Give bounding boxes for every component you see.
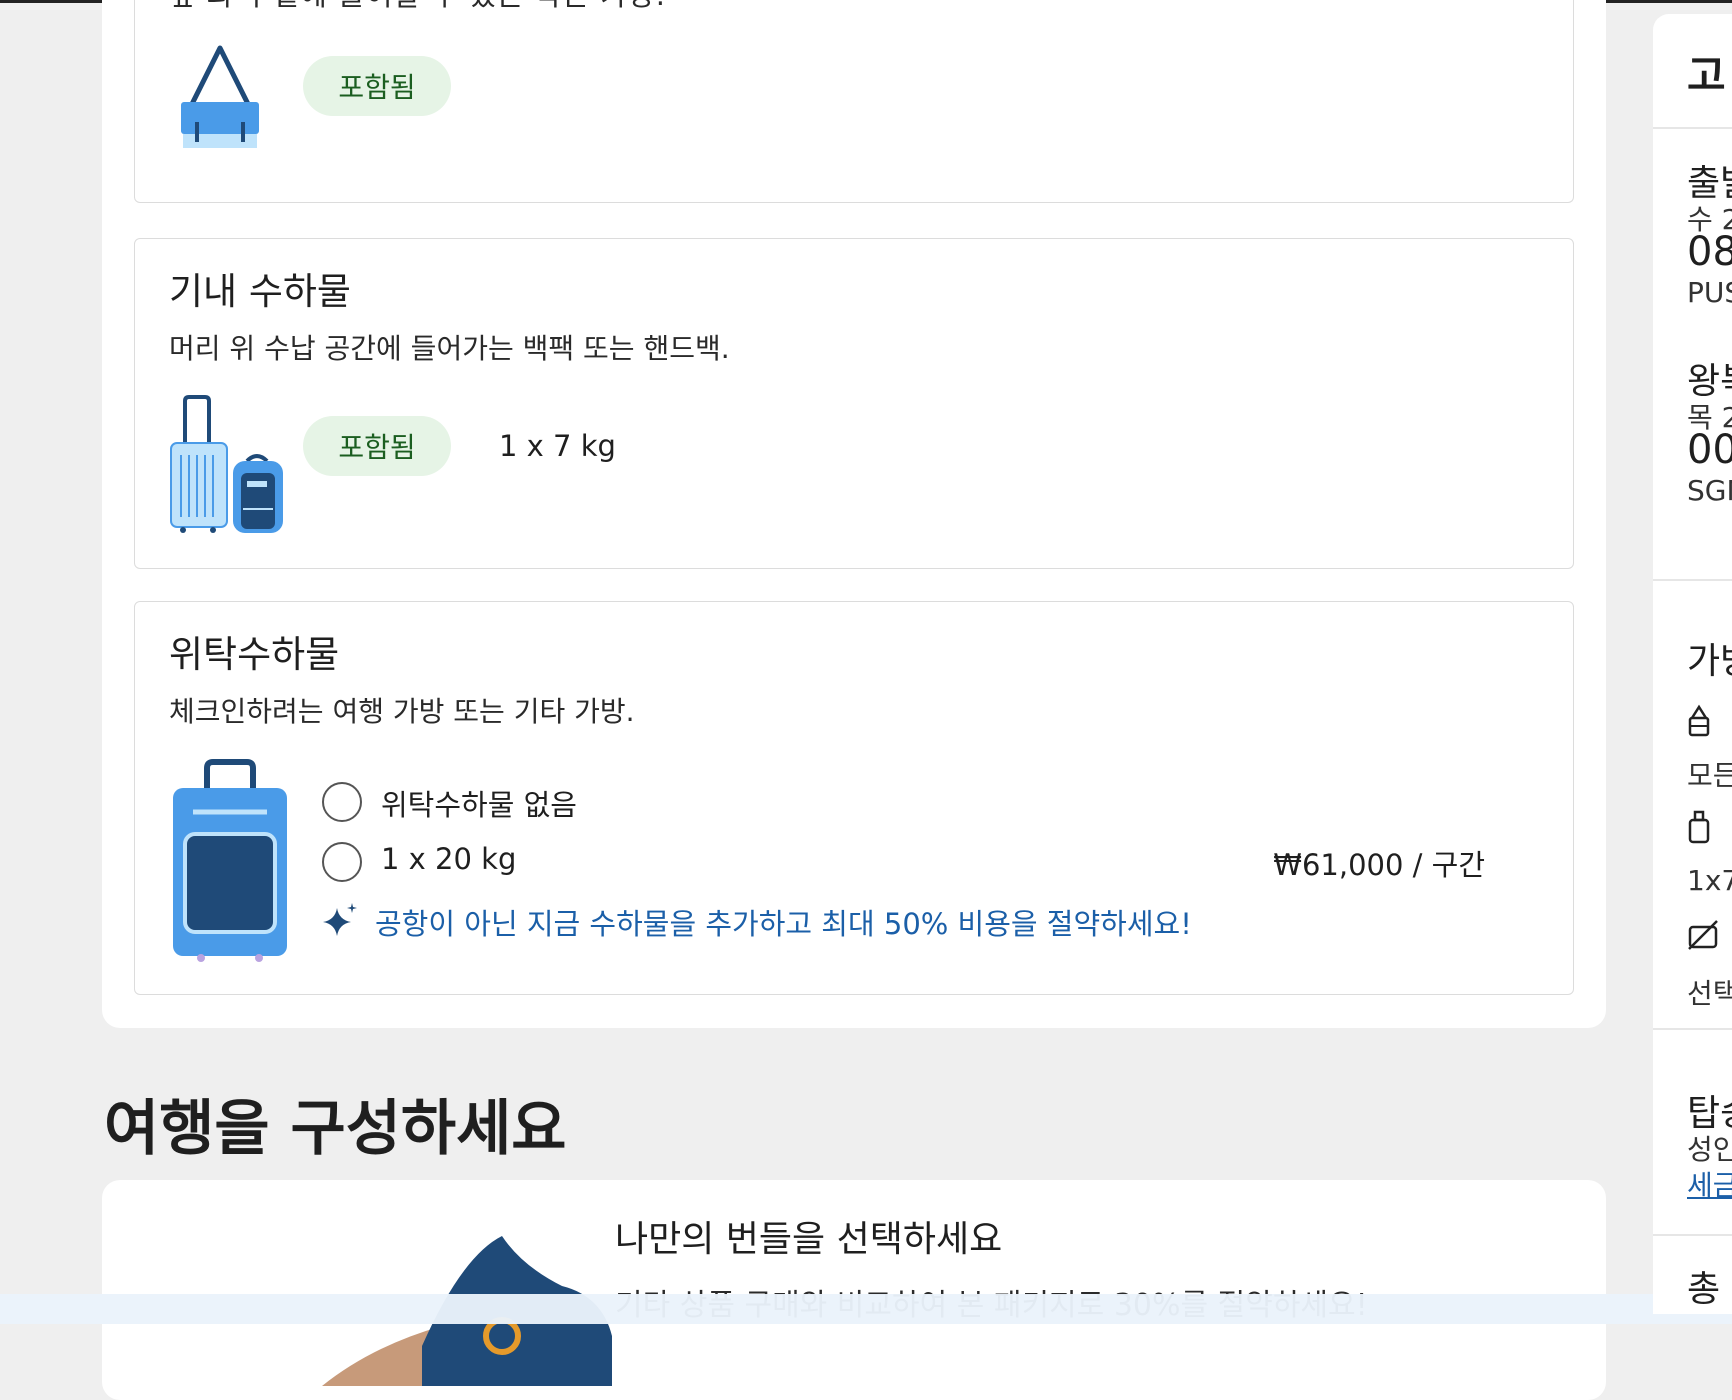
no-checked-baggage-label[interactable]: 위탁수하물 없음: [381, 782, 577, 824]
summary-divider: [1653, 1028, 1732, 1030]
carry-on-title: 기내 수하물: [169, 270, 351, 313]
personal-bag-icon: [181, 45, 259, 148]
checked-baggage-description: 체크인하려는 여행 가방 또는 기타 가방.: [169, 695, 635, 728]
checked-20kg-price: ₩61,000 / 구간: [1273, 848, 1485, 882]
person-icon: [1688, 810, 1710, 844]
personal-item-description: 앞 좌석 밑에 들어갈 수 있는 작은 가방.: [169, 0, 666, 14]
baggage-card: 앞 좌석 밑에 들어갈 수 있는 작은 가방. 포함됨 기내 수하물 머리 위 …: [102, 0, 1606, 1028]
personal-item-included-badge: 포함됨: [303, 56, 451, 116]
checked-baggage-promo: 공항이 아닌 지금 수하물을 추가하고 최대 50% 비용을 절약하세요!: [375, 907, 1192, 941]
checked-20kg-radio[interactable]: [322, 842, 362, 882]
passengers-count: 성인: [1687, 1133, 1732, 1166]
checked-suitcase-icon: [173, 759, 287, 962]
sparkle-icon: [323, 903, 357, 936]
carry-on-description: 머리 위 수납 공간에 들어가는 백팩 또는 핸드백.: [169, 332, 730, 365]
total-label: 총: [1687, 1269, 1721, 1310]
summary-divider: [1653, 579, 1732, 581]
bottom-overlay-bar: [0, 1294, 1732, 1324]
taxes-link[interactable]: 세금: [1687, 1164, 1732, 1204]
no-checked-baggage-radio[interactable]: [322, 782, 362, 822]
small-bag-icon: [1688, 704, 1710, 737]
bundle-title: 나만의 번들을 선택하세요: [615, 1219, 1003, 1260]
return-time: 00: [1687, 427, 1732, 473]
summary-divider: [1653, 127, 1732, 129]
carry-on-luggage-icon: [170, 395, 228, 533]
backpack-icon: [233, 454, 283, 533]
outbound-time: 08: [1687, 229, 1732, 275]
carry-on-included-badge: 포함됨: [303, 416, 451, 476]
summary-title: 고: [1687, 51, 1726, 100]
summary-divider: [1653, 1234, 1732, 1236]
checked-baggage-title: 위탁수하물: [169, 633, 340, 676]
bags-label: 가방: [1687, 641, 1732, 682]
checked-baggage-box: 위탁수하물 체크인하려는 여행 가방 또는 기타 가방. 위탁수하물 없음 1 …: [134, 601, 1574, 995]
trip-summary-panel: 고 출발 수 2 08 PUS 왕복 목 2 00 SGN 가방 모든 1x7 …: [1653, 14, 1732, 1314]
section-heading: 여행을 구성하세요: [104, 1094, 567, 1164]
return-airport: SGN: [1687, 474, 1732, 507]
carry-on-box: 기내 수하물 머리 위 수납 공간에 들어가는 백팩 또는 핸드백. 포함됨 1…: [134, 238, 1574, 569]
bags-item-carry-on: 1x7: [1687, 864, 1732, 897]
no-bag-icon: [1688, 920, 1718, 950]
checked-20kg-label[interactable]: 1 x 20 kg: [381, 842, 516, 876]
bags-item-checked: 선택: [1687, 977, 1732, 1010]
bundle-card[interactable]: 나만의 번들을 선택하세요 기타 상품 구매와 비교하여 본 패키지로 30%를…: [102, 1180, 1606, 1400]
bags-item-personal: 모든: [1687, 759, 1732, 792]
personal-item-box: 앞 좌석 밑에 들어갈 수 있는 작은 가방. 포함됨: [134, 0, 1574, 203]
outbound-airport: PUS: [1687, 276, 1732, 309]
carry-on-weight: 1 x 7 kg: [499, 429, 616, 463]
